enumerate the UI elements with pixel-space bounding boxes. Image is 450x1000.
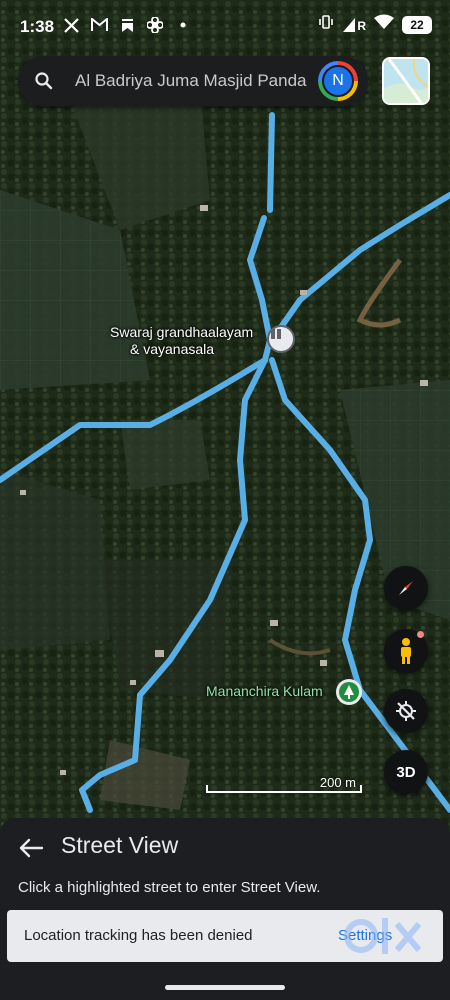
wifi-icon: [374, 14, 394, 35]
poi-label[interactable]: Mananchira Kulam: [206, 683, 323, 699]
dot-icon: [174, 16, 192, 34]
map-layers-button[interactable]: [382, 57, 430, 105]
location-denied-snackbar: Location tracking has been denied Settin…: [7, 910, 443, 962]
layers-thumbnail-icon: [384, 59, 428, 103]
search-bar[interactable]: Al Badriya Juma Masjid Panda N: [18, 56, 368, 106]
x-icon: [62, 16, 80, 34]
bookmark-icon: [118, 16, 136, 34]
snackbar-message: Location tracking has been denied: [24, 927, 253, 944]
compass-button[interactable]: [384, 566, 428, 610]
scale-line: [206, 785, 362, 793]
my-location-button[interactable]: [384, 689, 428, 733]
fan-icon: [146, 16, 164, 34]
street-view-pegman-button[interactable]: [384, 629, 428, 673]
search-input[interactable]: Al Badriya Juma Masjid Panda: [75, 71, 325, 91]
home-indicator[interactable]: [165, 985, 285, 990]
3d-button[interactable]: 3D: [384, 750, 428, 794]
pegman-icon: [401, 638, 411, 664]
back-arrow-icon[interactable]: [18, 837, 44, 859]
place-label-line1: Swaraj grandhaalayam: [110, 324, 254, 340]
status-time: 1:38: [20, 17, 55, 36]
library-pin-icon[interactable]: [267, 325, 295, 353]
street-view-sheet: Street View Click a highlighted street t…: [0, 818, 450, 1000]
signal-icon: R: [342, 17, 366, 33]
account-avatar[interactable]: N: [318, 61, 358, 101]
system-icons: R 22: [318, 14, 432, 35]
park-pin-icon[interactable]: [335, 678, 363, 706]
settings-button[interactable]: Settings: [338, 927, 392, 944]
signal-label: R: [357, 18, 366, 33]
avatar-letter: N: [322, 65, 354, 97]
vibrate-icon: [318, 14, 334, 35]
place-label-line2: & vayanasala: [130, 341, 215, 357]
status-bar: 1:38 R 22: [0, 0, 450, 52]
battery-icon: 22: [402, 15, 432, 34]
notification-dot: [417, 631, 424, 638]
search-icon[interactable]: [34, 71, 54, 91]
scale-bar: 200 m: [206, 775, 362, 795]
sheet-title: Street View: [61, 832, 179, 858]
location-off-icon: [396, 701, 416, 721]
sheet-description: Click a highlighted street to enter Stre…: [18, 879, 321, 896]
gmail-icon: [90, 16, 108, 34]
place-label[interactable]: Swaraj grandhaalayam & vayanasala: [110, 324, 253, 358]
compass-icon: [399, 581, 413, 595]
notification-icons: [62, 16, 192, 34]
